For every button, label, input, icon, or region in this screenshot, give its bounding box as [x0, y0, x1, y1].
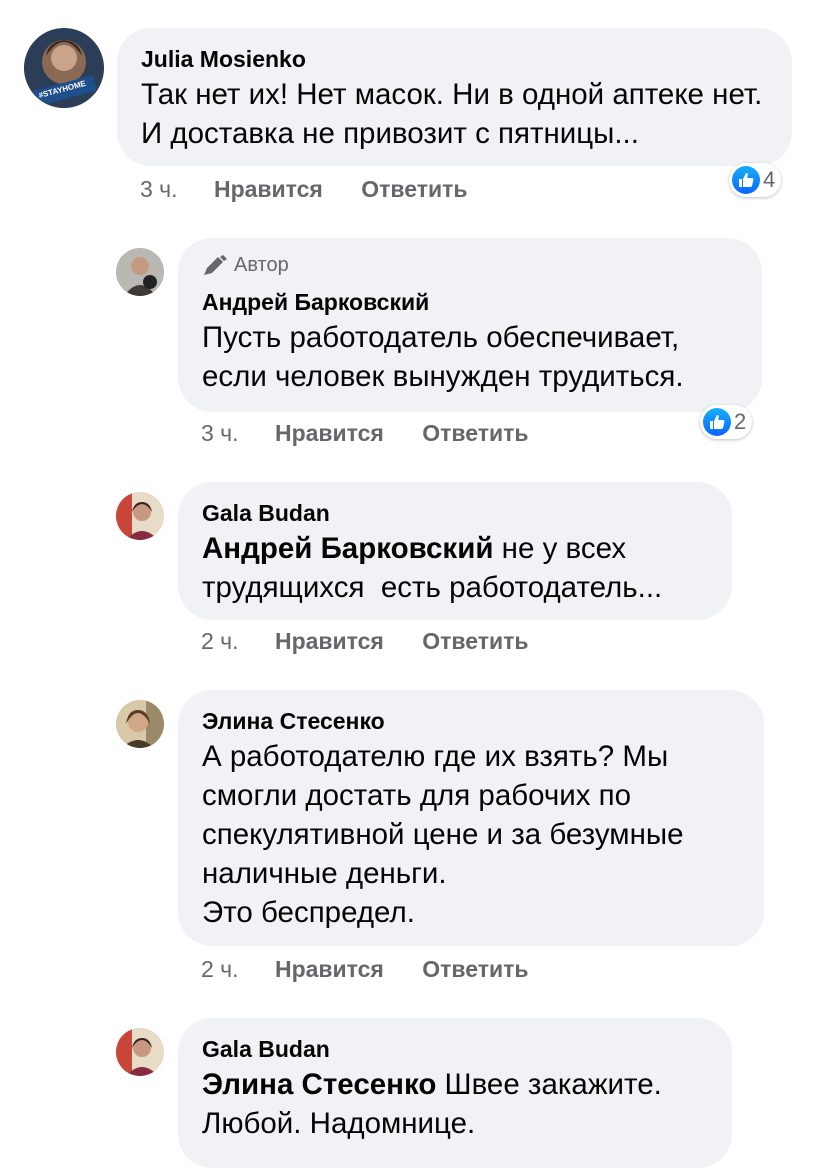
- comment-bubble: Gala Budan Элина Стесенко Швее закажите.…: [178, 1018, 732, 1168]
- author-name[interactable]: Gala Budan: [202, 1036, 706, 1063]
- like-button[interactable]: Нравится: [214, 176, 323, 203]
- author-name[interactable]: Gala Budan: [202, 500, 706, 527]
- author-name[interactable]: Элина Стесенко: [202, 708, 738, 735]
- avatar-gala[interactable]: [116, 492, 164, 540]
- avatar-gala[interactable]: [116, 1028, 164, 1076]
- mention-link[interactable]: Андрей Барковский: [202, 532, 493, 565]
- comment-text: Андрей Барковский не у всех трудящихся е…: [202, 529, 706, 607]
- like-button[interactable]: Нравится: [275, 956, 384, 983]
- reply-button[interactable]: Ответить: [422, 420, 528, 447]
- thumbs-up-icon: [703, 408, 731, 436]
- comment-text: Так нет их! Нет масок. Ни в одной аптеке…: [141, 78, 763, 150]
- reaction-count-badge[interactable]: 2: [700, 405, 753, 439]
- author-badge: Автор: [202, 254, 736, 277]
- avatar-julia[interactable]: #STAYHOME: [24, 28, 104, 108]
- reply-button[interactable]: Ответить: [422, 956, 528, 983]
- comment-actions: 2 ч. Нравится Ответить: [201, 628, 529, 655]
- comment-actions: 3 ч. Нравится Ответить: [140, 176, 468, 203]
- thumbs-up-icon: [732, 166, 760, 194]
- comment-bubble: Julia Mosienko Так нет их! Нет масок. Ни…: [117, 28, 792, 166]
- avatar-andrey[interactable]: [116, 248, 164, 296]
- comment-line: Это беспредел.: [202, 896, 415, 929]
- avatar-elina[interactable]: [116, 700, 164, 748]
- comment-bubble: Элина Стесенко А работодателю где их взя…: [178, 690, 764, 946]
- comment-text: Элина Стесенко Швее закажите. Любой. Над…: [202, 1065, 722, 1143]
- person-avatar-icon: [116, 700, 164, 748]
- comment-actions: 3 ч. Нравится Ответить: [201, 420, 529, 447]
- comment-line: смогли достать для рабочих по: [202, 779, 632, 812]
- comment-text: А работодателю где их взять? Мы смогли д…: [202, 737, 738, 932]
- stayhome-avatar-icon: [24, 28, 104, 108]
- comment-line: спекулятивной цене и за безумные: [202, 818, 684, 851]
- comment-line: А работодателю где их взять? Мы: [202, 740, 669, 773]
- author-name[interactable]: Андрей Барковский: [202, 289, 736, 316]
- person-avatar-icon: [116, 492, 164, 540]
- comment-line: наличные деньги.: [202, 857, 447, 890]
- reaction-count: 4: [763, 167, 776, 192]
- like-button[interactable]: Нравится: [275, 420, 384, 447]
- pencil-icon: [204, 254, 227, 275]
- reply-button[interactable]: Ответить: [361, 176, 467, 203]
- mention-link[interactable]: Элина Стесенко: [202, 1068, 436, 1101]
- comment-time[interactable]: 2 ч.: [201, 956, 239, 983]
- comment-actions: 2 ч. Нравится Ответить: [201, 956, 529, 983]
- comment-time[interactable]: 2 ч.: [201, 628, 239, 655]
- comment-bubble: Автор Андрей Барковский Пусть работодате…: [178, 238, 762, 412]
- comment-time[interactable]: 3 ч.: [201, 420, 239, 447]
- comment-text: Пусть работодатель обеспечивает, если че…: [202, 321, 684, 393]
- like-button[interactable]: Нравится: [275, 628, 384, 655]
- reaction-count: 2: [734, 409, 747, 434]
- person-avatar-icon: [116, 1028, 164, 1076]
- author-badge-label: Автор: [234, 254, 289, 276]
- comment-time[interactable]: 3 ч.: [140, 176, 178, 203]
- person-avatar-icon: [116, 248, 164, 296]
- reply-button[interactable]: Ответить: [422, 628, 528, 655]
- reaction-count-badge[interactable]: 4: [729, 163, 782, 197]
- comment-bubble: Gala Budan Андрей Барковский не у всех т…: [178, 482, 732, 620]
- author-name[interactable]: Julia Mosienko: [141, 46, 766, 73]
